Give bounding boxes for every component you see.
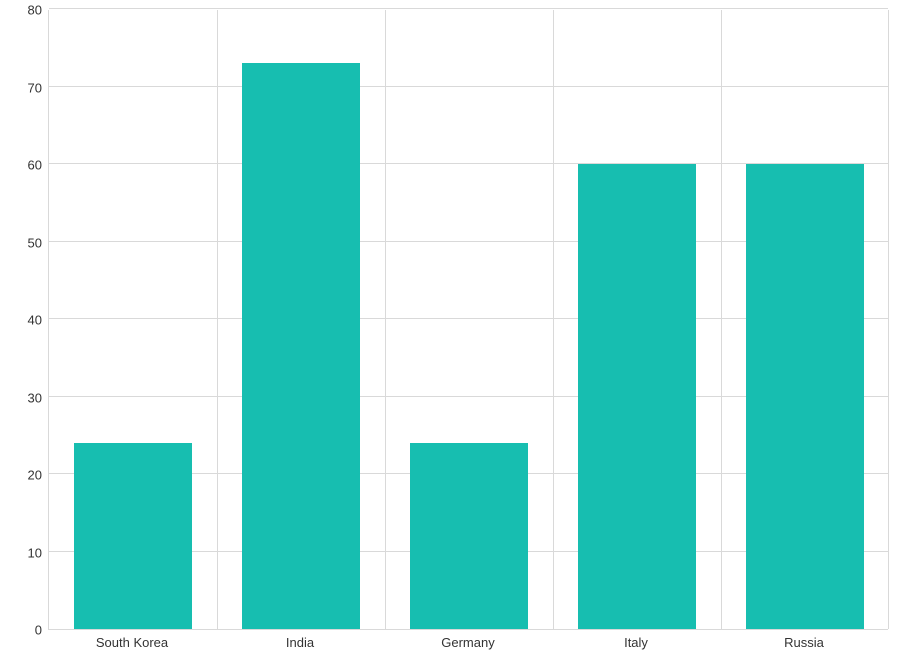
y-tick-label: 40 — [2, 314, 42, 327]
y-tick-label: 0 — [2, 624, 42, 637]
y-tick-label: 10 — [2, 546, 42, 559]
gridline — [553, 10, 554, 629]
plot-area — [48, 10, 888, 630]
gridline — [217, 10, 218, 629]
y-tick-label: 50 — [2, 236, 42, 249]
bar-chart: 0 10 20 30 40 50 60 70 80 South Korea In… — [0, 0, 897, 668]
bar-germany — [410, 443, 528, 629]
x-tick-label: Germany — [441, 636, 494, 649]
y-tick-label: 30 — [2, 391, 42, 404]
x-tick-label: India — [286, 636, 314, 649]
bar-south-korea — [74, 443, 192, 629]
gridline — [721, 10, 722, 629]
gridline — [888, 10, 889, 629]
y-tick-label: 60 — [2, 159, 42, 172]
bar-india — [242, 63, 360, 629]
gridline — [49, 8, 888, 9]
x-tick-label: Italy — [624, 636, 648, 649]
y-tick-label: 20 — [2, 469, 42, 482]
x-tick-label: South Korea — [96, 636, 168, 649]
x-tick-label: Russia — [784, 636, 824, 649]
bar-russia — [746, 164, 864, 629]
gridline — [49, 86, 888, 87]
y-tick-label: 70 — [2, 81, 42, 94]
y-tick-label: 80 — [2, 4, 42, 17]
bar-italy — [578, 164, 696, 629]
gridline — [385, 10, 386, 629]
